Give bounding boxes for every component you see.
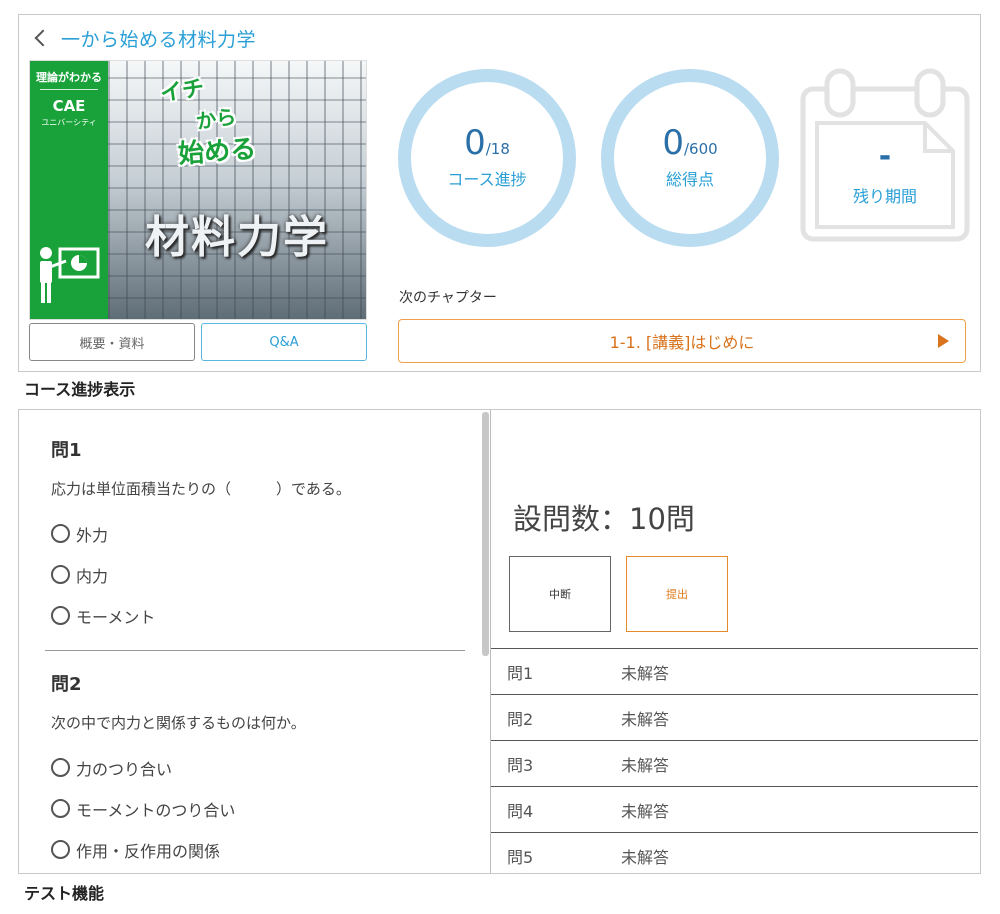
thumbnail-photo: イチ から 始める 材料力学 [108, 61, 366, 319]
score-total: /600 [683, 140, 718, 158]
qa-button[interactable]: Q&A [201, 323, 367, 361]
brand-divider [40, 89, 98, 90]
course-title: 一から始める材料力学 [61, 28, 257, 51]
progress-value: 0/18 [464, 123, 510, 163]
status-value: 未解答 [621, 755, 670, 775]
status-question: 問2 [507, 709, 534, 729]
brand-line1: 理論がわかる [36, 71, 102, 84]
test-panel: 問1 応力は単位面積当たりの（ ）である。 外力 内力 モーメント 問2 次の中… [18, 409, 981, 874]
pause-button[interactable]: 中断 [509, 556, 611, 632]
answer-option[interactable]: モーメントのつり合い [51, 788, 306, 829]
status-row[interactable]: 問2 未解答 [491, 694, 978, 740]
submit-button[interactable]: 提出 [626, 556, 728, 632]
question-text: 次の中で内力と関係するものは何か。 [51, 714, 306, 732]
question-title: 問2 [51, 674, 82, 695]
answer-option[interactable]: 外力 [51, 513, 351, 554]
brand-line2: CAE [52, 97, 86, 115]
status-row[interactable]: 問1 未解答 [491, 648, 978, 694]
answer-option[interactable]: モーメント [51, 595, 351, 636]
radio-button[interactable] [51, 799, 70, 818]
progress-label: コース進捗 [447, 170, 527, 189]
thumbnail-sub1: イチ [158, 76, 206, 107]
question-divider [45, 650, 465, 651]
status-row[interactable]: 問5 未解答 [491, 832, 978, 873]
course-thumbnail: 理論がわかる CAE ユニバーシティ イチ から 始める 材料力学 [29, 60, 367, 320]
play-icon [938, 334, 949, 348]
test-side-pane: 設問数：10問 中断 提出 問1 未解答 問2 未解答 問3 未解答 問4 未解答 問5… [491, 410, 980, 873]
scrollbar-thumb[interactable] [482, 412, 489, 656]
option-label: 力のつり合い [76, 759, 173, 779]
option-label: モーメントのつり合い [76, 800, 236, 820]
score-value: 0/600 [662, 123, 718, 163]
answer-option[interactable]: 力のつり合い [51, 747, 306, 788]
chevron-left-icon [34, 29, 52, 47]
question-title: 問1 [51, 440, 82, 461]
radio-button[interactable] [51, 840, 70, 859]
caption-test-feature: テスト機能 [24, 884, 105, 903]
status-row[interactable]: 問4 未解答 [491, 786, 978, 832]
question-pane: 問1 応力は単位面積当たりの（ ）である。 外力 内力 モーメント 問2 次の中… [19, 410, 489, 873]
brand-band: 理論がわかる CAE ユニバーシティ [30, 61, 108, 319]
next-chapter-title: 1-1. [講義]はじめに [609, 333, 755, 352]
remaining-period: - 残り期間 [799, 67, 971, 245]
radio-button[interactable] [51, 565, 70, 584]
option-label: 外力 [76, 525, 109, 545]
status-value: 未解答 [621, 709, 670, 729]
caption-course-progress: コース進捗表示 [24, 380, 136, 399]
option-label: モーメント [76, 607, 156, 627]
brand-line3: ユニバーシティ [41, 118, 97, 127]
answer-option[interactable]: 内力 [51, 554, 351, 595]
option-label: 内力 [76, 566, 109, 586]
next-chapter-button[interactable]: 1-1. [講義]はじめに [398, 319, 966, 363]
progress-total: /18 [485, 140, 510, 158]
thumbnail-sub3: 始める [177, 134, 258, 170]
course-back-link[interactable]: 一から始める材料力学 [31, 23, 256, 53]
question-count: 設問数：10問 [513, 502, 695, 536]
remaining-label: 残り期間 [852, 187, 917, 206]
remaining-value: - [878, 139, 892, 174]
course-panel: 一から始める材料力学 理論がわかる CAE ユニバーシティ イチ から 始める … [18, 14, 981, 372]
answer-option[interactable]: 作用・反作用の関係 [51, 829, 306, 870]
question-1: 問1 応力は単位面積当たりの（ ）である。 外力 内力 モーメント [51, 436, 351, 636]
teacher-presentation-icon [40, 247, 100, 303]
overview-materials-button[interactable]: 概要・資料 [29, 323, 195, 361]
answer-status-table: 問1 未解答 問2 未解答 問3 未解答 問4 未解答 問5 未解答 [491, 648, 978, 873]
next-chapter-label: 次のチャプター [399, 290, 497, 306]
radio-button[interactable] [51, 606, 70, 625]
status-question: 問3 [507, 755, 534, 775]
status-question: 問1 [507, 663, 534, 683]
score-label: 総得点 [665, 170, 714, 189]
status-question: 問4 [507, 801, 534, 821]
question-2: 問2 次の中で内力と関係するものは何か。 力のつり合い モーメントのつり合い 作… [51, 670, 306, 870]
status-value: 未解答 [621, 847, 670, 867]
thumbnail-main-title: 材料力学 [145, 212, 329, 263]
course-progress-ring: 0/18 コース進捗 [398, 69, 576, 247]
radio-button[interactable] [51, 524, 70, 543]
status-value: 未解答 [621, 663, 670, 683]
status-question: 問5 [507, 847, 534, 867]
status-row[interactable]: 問3 未解答 [491, 740, 978, 786]
question-text: 応力は単位面積当たりの（ ）である。 [51, 480, 351, 498]
option-label: 作用・反作用の関係 [76, 841, 221, 861]
status-value: 未解答 [621, 801, 670, 821]
total-score-ring: 0/600 総得点 [601, 69, 779, 247]
radio-button[interactable] [51, 758, 70, 777]
